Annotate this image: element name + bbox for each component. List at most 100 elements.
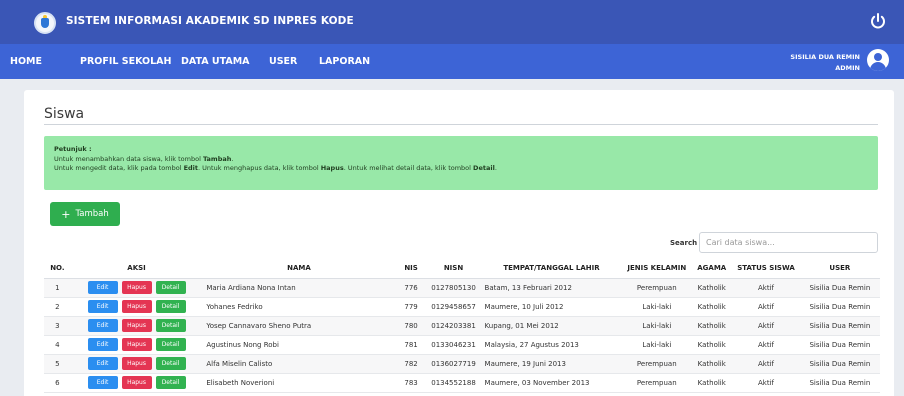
nav-data-utama[interactable]: DATA UTAMA	[181, 56, 250, 67]
delete-button[interactable]: Hapus	[121, 338, 152, 351]
cell-agama: Katholik	[691, 278, 733, 298]
delete-button[interactable]: Hapus	[121, 319, 152, 332]
title-divider	[44, 124, 878, 125]
cell-nama: Elisabeth Noverioni	[202, 373, 396, 393]
edit-button[interactable]: Edit	[87, 281, 118, 294]
table-row: 3 Edit Hapus Detail Yosep Cannavaro Sheno Pu…	[44, 316, 880, 336]
cell-ttl: Batam, 13 Februari 2012	[480, 278, 623, 298]
cell-status: Aktif	[732, 278, 800, 298]
search-input[interactable]	[699, 232, 878, 253]
detail-button[interactable]: Detail	[155, 376, 186, 389]
cell-nisn: 0136027719	[426, 354, 481, 374]
cell-nisn: 0124203381	[426, 316, 481, 336]
cell-nisn: 0134552188	[426, 373, 481, 393]
cell-user: Sisilia Dua Remin	[799, 297, 880, 317]
user-role: ADMIN	[835, 64, 860, 72]
col-status[interactable]: STATUS SISWA	[732, 259, 800, 279]
cell-agama: Katholik	[691, 335, 733, 355]
add-student-button[interactable]: + Tambah	[50, 202, 120, 226]
col-no[interactable]: NO.	[44, 259, 71, 279]
edit-button[interactable]: Edit	[87, 300, 118, 313]
edit-button[interactable]: Edit	[87, 338, 118, 351]
nav-home[interactable]: HOME	[10, 56, 42, 67]
search-label: Search	[670, 239, 698, 247]
cell-jenis-kelamin: Laki-laki	[622, 316, 692, 336]
table-row: 4 Edit Hapus Detail Agustinus Nong Robi 781 01…	[44, 335, 880, 355]
table-row: 5 Edit Hapus Detail Alfa Miselin Calisto 782 0…	[44, 354, 880, 374]
delete-button[interactable]: Hapus	[121, 300, 152, 313]
nav-profil-sekolah[interactable]: PROFIL SEKOLAH	[80, 56, 171, 67]
instruction-line-2: Untuk mengedit data, klik pada tombol Ed…	[54, 164, 497, 172]
col-nisn[interactable]: NISN	[426, 259, 481, 279]
avatar[interactable]	[867, 49, 889, 71]
cell-status: Aktif	[732, 354, 800, 374]
cell-ttl: Kupang, 01 Mei 2012	[480, 316, 623, 336]
user-name: SISILIA DUA REMIN	[790, 53, 860, 61]
cell-user: Sisilia Dua Remin	[799, 316, 880, 336]
col-aksi: AKSI	[70, 259, 203, 279]
edit-button[interactable]: Edit	[87, 376, 118, 389]
delete-button[interactable]: Hapus	[121, 376, 152, 389]
detail-button[interactable]: Detail	[155, 300, 186, 313]
cell-nama: Alfa Miselin Calisto	[202, 354, 396, 374]
detail-button[interactable]: Detail	[155, 319, 186, 332]
col-nama[interactable]: NAMA	[202, 259, 396, 279]
cell-agama: Katholik	[691, 297, 733, 317]
table-row: 2 Edit Hapus Detail Yohanes Fedriko 779 012945…	[44, 297, 880, 317]
user-info[interactable]: SISILIA DUA REMIN ADMIN	[790, 52, 860, 74]
cell-no: 4	[44, 335, 71, 355]
table-row: 1 Edit Hapus Detail Maria Ardiana Nona Intan…	[44, 278, 880, 298]
top-bar: SISTEM INFORMASI AKADEMIK SD INPRES KODE	[0, 0, 904, 44]
nav-user[interactable]: USER	[269, 56, 297, 67]
col-jenis-kelamin[interactable]: JENIS KELAMIN	[622, 259, 692, 279]
cell-user: Sisilia Dua Remin	[799, 335, 880, 355]
cell-status: Aktif	[732, 373, 800, 393]
cell-nama: Yosep Cannavaro Sheno Putra	[202, 316, 396, 336]
col-user[interactable]: USER	[799, 259, 880, 279]
cell-user: Sisilia Dua Remin	[799, 373, 880, 393]
cell-agama: Katholik	[691, 316, 733, 336]
cell-no: 2	[44, 297, 71, 317]
cell-nama: Agustinus Nong Robi	[202, 335, 396, 355]
cell-status: Aktif	[732, 316, 800, 336]
cell-user: Sisilia Dua Remin	[799, 354, 880, 374]
col-nis[interactable]: NIS	[395, 259, 427, 279]
cell-nis: 783	[395, 373, 427, 393]
cell-ttl: Maumere, 03 November 2013	[480, 373, 623, 393]
cell-jenis-kelamin: Laki-laki	[622, 335, 692, 355]
cell-status: Aktif	[732, 335, 800, 355]
cell-aksi: Edit Hapus Detail	[70, 373, 203, 393]
detail-button[interactable]: Detail	[155, 281, 186, 294]
col-agama[interactable]: AGAMA	[691, 259, 733, 279]
edit-button[interactable]: Edit	[87, 357, 118, 370]
app-title: SISTEM INFORMASI AKADEMIK SD INPRES KODE	[66, 15, 354, 27]
col-ttl[interactable]: TEMPAT/TANGGAL LAHIR	[480, 259, 623, 279]
cell-agama: Katholik	[691, 373, 733, 393]
cell-jenis-kelamin: Perempuan	[622, 354, 692, 374]
instruction-box: Petunjuk : Untuk menambahkan data siswa,…	[44, 136, 878, 190]
detail-button[interactable]: Detail	[155, 338, 186, 351]
cell-jenis-kelamin: Laki-laki	[622, 297, 692, 317]
cell-jenis-kelamin: Perempuan	[622, 278, 692, 298]
student-table: NO. AKSI NAMA NIS NISN TEMPAT/TANGGAL LA…	[44, 259, 880, 393]
cell-aksi: Edit Hapus Detail	[70, 354, 203, 374]
cell-no: 3	[44, 316, 71, 336]
cell-agama: Katholik	[691, 354, 733, 374]
cell-no: 6	[44, 373, 71, 393]
delete-button[interactable]: Hapus	[121, 281, 152, 294]
cell-nisn: 0129458657	[426, 297, 481, 317]
cell-nis: 780	[395, 316, 427, 336]
cell-status: Aktif	[732, 297, 800, 317]
cell-aksi: Edit Hapus Detail	[70, 278, 203, 298]
instruction-line-1: Untuk menambahkan data siswa, klik tombo…	[54, 154, 234, 163]
detail-button[interactable]: Detail	[155, 357, 186, 370]
cell-nis: 776	[395, 278, 427, 298]
power-icon[interactable]	[869, 12, 887, 30]
page-title: Siswa	[44, 106, 85, 122]
edit-button[interactable]: Edit	[87, 319, 118, 332]
cell-user: Sisilia Dua Remin	[799, 278, 880, 298]
instruction-heading: Petunjuk :	[54, 145, 92, 153]
delete-button[interactable]: Hapus	[121, 357, 152, 370]
nav-laporan[interactable]: LAPORAN	[319, 56, 370, 67]
main-nav: HOME PROFIL SEKOLAH DATA UTAMA USER LAPO…	[0, 44, 904, 79]
